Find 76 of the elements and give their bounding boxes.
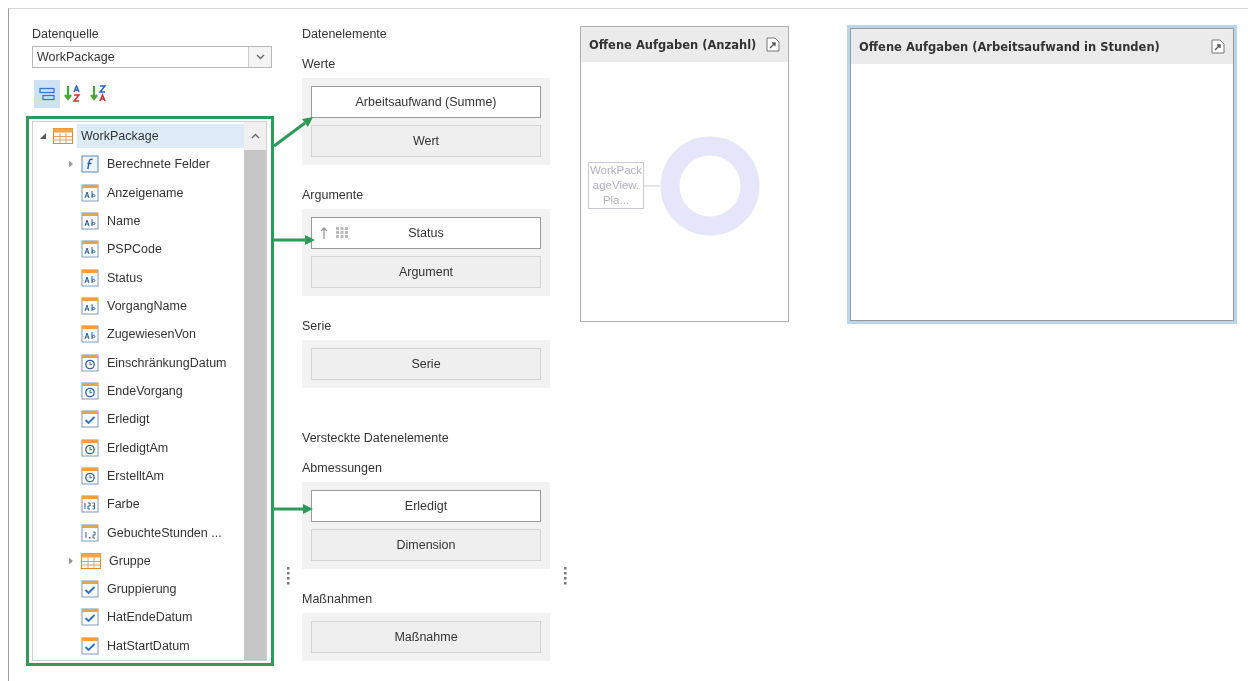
splitter-handle[interactable]: [286, 566, 290, 586]
placeholder-button[interactable]: Dimension: [311, 529, 541, 561]
panel-title: Offene Aufgaben (Anzahl): [589, 37, 757, 52]
placeholder-button[interactable]: Argument: [311, 256, 541, 288]
clock-icon: [81, 353, 99, 372]
data-item-button[interactable]: Arbeitsaufwand (Summe): [311, 86, 541, 118]
panel-heading: Datenelemente: [302, 26, 388, 43]
clock-icon: [81, 381, 99, 400]
tree-item[interactable]: PSPCode: [103, 237, 166, 262]
function-icon: [81, 155, 99, 174]
decimal-icon: [81, 523, 99, 542]
tree-item[interactable]: Anzeigename: [103, 180, 188, 205]
export-icon[interactable]: [766, 37, 780, 52]
table-icon: [53, 128, 73, 145]
checkbox-icon: [81, 580, 99, 599]
tree-item[interactable]: ZugewiesenVon: [103, 322, 200, 347]
sort-descending-icon: [90, 85, 108, 103]
group-icon: [39, 87, 55, 101]
tree-item[interactable]: Erledigt: [103, 407, 154, 432]
tree-item[interactable]: Name: [103, 209, 145, 234]
collapsed-triangle-icon[interactable]: [67, 160, 75, 169]
section-label: Abmessungen: [302, 460, 383, 476]
slice-label: WorkPackageView.Pla...: [588, 162, 644, 209]
tree-item[interactable]: Berechnete Felder: [103, 152, 214, 177]
chart-panel[interactable]: Offene Aufgaben (Arbeitsaufwand in Stunden): [847, 25, 1237, 324]
tree-item[interactable]: WorkPackage: [77, 124, 244, 149]
chevron-down-icon: [255, 54, 265, 60]
tree-item[interactable]: HatEndeDatum: [103, 605, 197, 630]
checkbox-icon: [81, 608, 99, 627]
chart-panel[interactable]: Offene Aufgaben (Anzahl) WorkPackageView.Pla...: [580, 26, 789, 322]
panel-title: Offene Aufgaben (Arbeitsaufwand in Stunden): [859, 39, 1160, 54]
section-label: Maßnahmen: [302, 591, 374, 607]
placeholder-button[interactable]: Wert: [311, 125, 541, 157]
expanded-triangle-icon[interactable]: [39, 132, 47, 141]
tree-item[interactable]: ErledigtAm: [103, 435, 173, 460]
data-item-button[interactable]: Erledigt: [311, 490, 541, 522]
data-item-button[interactable]: Status: [311, 217, 541, 249]
tree-item[interactable]: Status: [103, 265, 147, 290]
tree-item[interactable]: HatStartDatum: [103, 633, 194, 658]
scroll-up-icon[interactable]: [250, 133, 260, 139]
text-field-icon: [81, 183, 99, 202]
placeholder-button[interactable]: Serie: [311, 348, 541, 380]
tree-item[interactable]: Farbe: [103, 492, 144, 517]
table-icon: [81, 552, 101, 569]
sort-arrow-icon: [320, 227, 328, 239]
tree-item[interactable]: ErstelltAm: [103, 463, 168, 488]
splitter-handle[interactable]: [563, 566, 567, 586]
text-field-icon: [81, 212, 99, 231]
placeholder-button[interactable]: Maßnahme: [311, 621, 541, 653]
section-label: Argumente: [302, 187, 365, 203]
checkbox-icon: [81, 636, 99, 655]
panel-heading: Versteckte Datenelemente: [302, 430, 450, 447]
export-icon[interactable]: [1211, 39, 1225, 54]
tree-item[interactable]: GebuchteStunden ...: [103, 520, 226, 545]
text-field-icon: [81, 325, 99, 344]
section-label: Serie: [302, 318, 333, 334]
text-field-icon: [81, 240, 99, 259]
grid-icon: [336, 227, 348, 238]
tree-item[interactable]: EinschränkungDatum: [103, 350, 231, 375]
field-label: Datenquelle: [31, 26, 100, 42]
text-field-icon: [81, 268, 99, 287]
tree-item[interactable]: Gruppierung: [103, 577, 181, 602]
scrollbar-thumb[interactable]: [244, 150, 266, 660]
sort-ascending-icon: [64, 85, 82, 103]
toolbar-button[interactable]: [34, 80, 60, 108]
tree-item[interactable]: EndeVorgang: [103, 378, 187, 403]
collapsed-triangle-icon[interactable]: [67, 556, 75, 565]
text-field-icon: [81, 297, 99, 316]
number-icon: [81, 495, 99, 514]
tree-item[interactable]: Gruppe: [105, 548, 155, 573]
checkbox-icon: [81, 410, 99, 429]
section-label: Werte: [302, 56, 337, 72]
data-source-dropdown[interactable]: WorkPackage: [32, 46, 272, 68]
clock-icon: [81, 466, 99, 485]
tree-item[interactable]: VorgangName: [103, 294, 191, 319]
clock-icon: [81, 438, 99, 457]
